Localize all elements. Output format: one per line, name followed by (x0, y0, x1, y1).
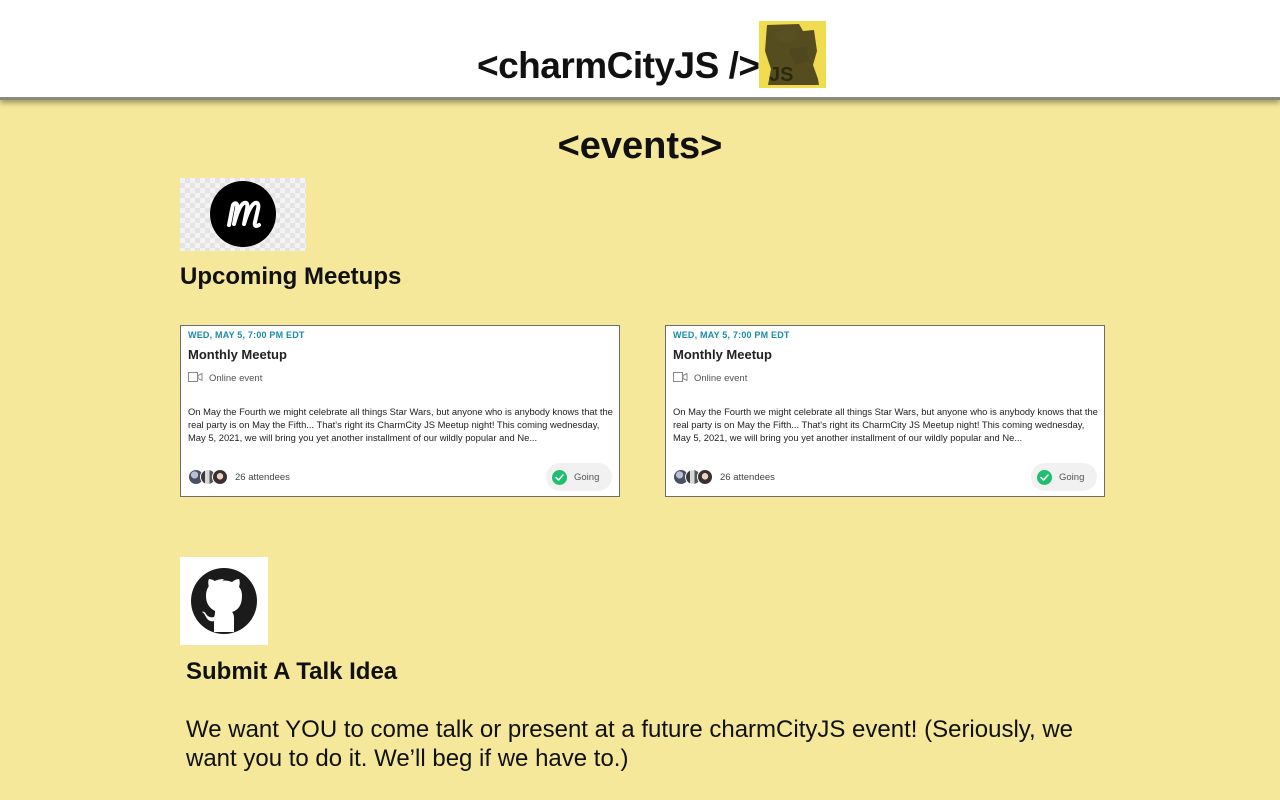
meetup-m-icon (210, 181, 276, 247)
attendee-count: 26 attendees (235, 471, 290, 483)
submit-talk-heading: Submit A Talk Idea (186, 658, 398, 685)
site-header: <charmCityJS /> JS (0, 0, 1280, 100)
baltimore-js-logo-icon[interactable]: JS (759, 21, 826, 88)
event-location: Online event (673, 371, 748, 385)
check-circle-icon (1037, 469, 1052, 485)
event-attendees[interactable]: 26 attendees (673, 468, 775, 486)
rsvp-label: Going (574, 471, 600, 483)
meetup-logo[interactable] (180, 178, 306, 251)
event-attendees[interactable]: 26 attendees (188, 468, 290, 486)
event-title[interactable]: Monthly Meetup (188, 347, 287, 362)
avatar (212, 469, 228, 485)
event-location: Online event (188, 371, 263, 385)
meetup-event-card[interactable]: WED, MAY 5, 7:00 PM EDT Monthly Meetup O… (665, 325, 1105, 497)
video-camera-icon (188, 371, 203, 385)
event-description: On May the Fourth we might celebrate all… (188, 405, 614, 444)
events-heading: <events> (557, 125, 723, 167)
attendee-avatars (188, 469, 228, 485)
rsvp-going-button[interactable]: Going (546, 463, 612, 491)
event-date: WED, MAY 5, 7:00 PM EDT (673, 330, 790, 340)
meetup-event-card[interactable]: WED, MAY 5, 7:00 PM EDT Monthly Meetup O… (180, 325, 620, 497)
github-logo[interactable] (180, 557, 268, 645)
attendee-count: 26 attendees (720, 471, 775, 483)
rsvp-going-button[interactable]: Going (1031, 463, 1097, 491)
rsvp-label: Going (1059, 471, 1085, 483)
event-description-text: On May the Fourth we might celebrate all… (188, 406, 613, 443)
event-title[interactable]: Monthly Meetup (673, 347, 772, 362)
upcoming-meetups-heading: Upcoming Meetups (180, 263, 402, 290)
event-description-text: On May the Fourth we might celebrate all… (673, 406, 1098, 443)
event-location-label: Online event (694, 372, 748, 384)
video-camera-icon (673, 371, 688, 385)
event-description: On May the Fourth we might celebrate all… (673, 405, 1099, 444)
event-date: WED, MAY 5, 7:00 PM EDT (188, 330, 305, 340)
submit-talk-description: We want YOU to come talk or present at a… (186, 716, 1074, 772)
svg-text:JS: JS (769, 64, 793, 86)
site-brand-title[interactable]: <charmCityJS /> (477, 45, 760, 87)
event-location-label: Online event (209, 372, 263, 384)
check-circle-icon (552, 469, 567, 485)
github-octocat-icon (180, 568, 268, 649)
attendee-avatars (673, 469, 713, 485)
avatar (697, 469, 713, 485)
